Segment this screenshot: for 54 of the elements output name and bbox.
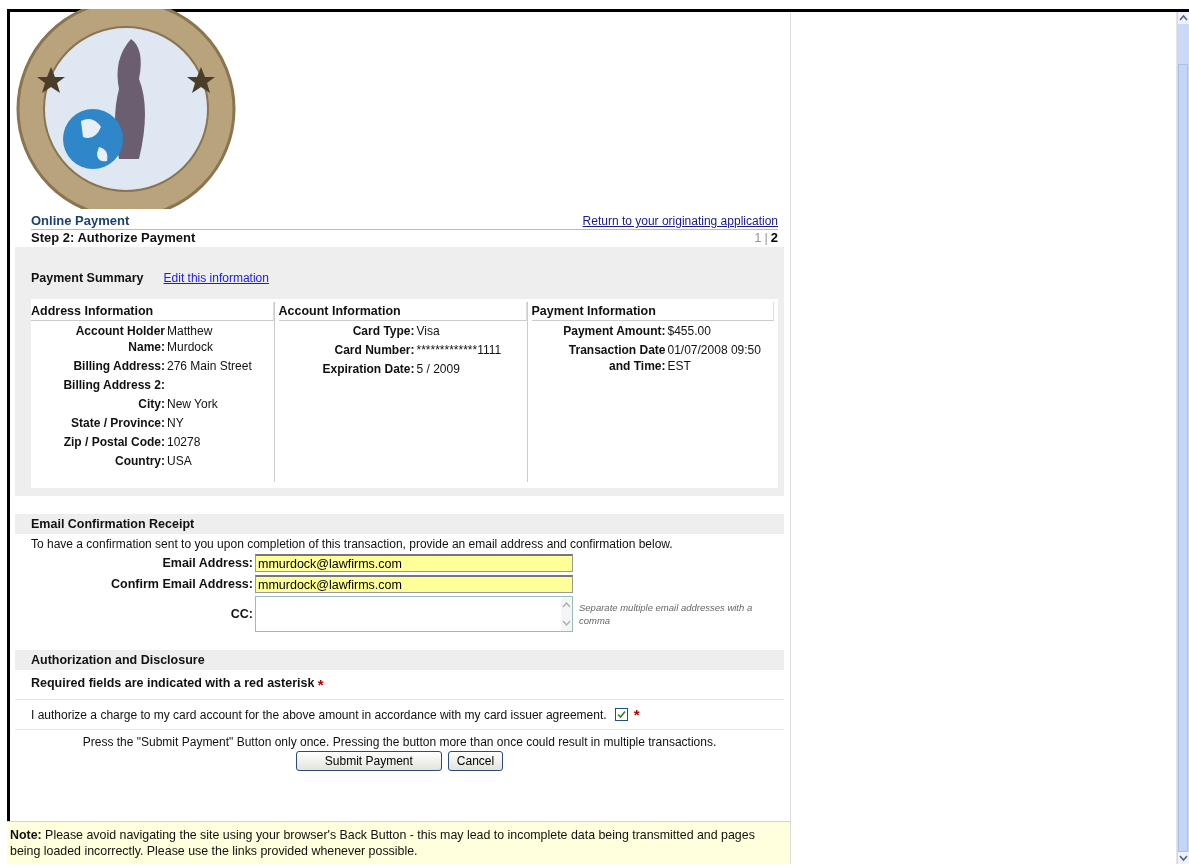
field-value: $455.00 — [667, 323, 712, 339]
field-label: Account Holder Name: — [74, 323, 165, 355]
field-value: New York — [167, 396, 219, 412]
field-value: NY — [167, 415, 185, 431]
column-heading: Payment Information — [531, 302, 774, 321]
step-indicator: 1 — [754, 230, 762, 245]
field-value: 01/07/2008 09:50 EST — [667, 342, 762, 374]
scroll-up-icon[interactable] — [1177, 12, 1189, 24]
field-value: Matthew Murdock — [167, 323, 214, 355]
section-heading: Authorization and Disclosure — [15, 650, 784, 670]
field-label: Email Address: — [161, 556, 254, 570]
return-link[interactable]: Return to your originating application — [582, 214, 778, 228]
note-banner: Note: Please avoid navigating the site using your browser's Back Button - this may lead to incomplete data being transmitted and pages being loaded incorrectly. Please use the links provided whenever possible. — [7, 821, 790, 864]
field-value: USA — [167, 453, 193, 469]
email-input[interactable]: mmurdock@lawfirms.com — [255, 554, 573, 572]
column-heading: Account Information — [278, 302, 527, 321]
section-heading: Email Confirmation Receipt — [15, 514, 784, 534]
authorization-checkbox[interactable] — [614, 708, 628, 721]
email-input[interactable]: mmurdock@lawfirms.com — [255, 575, 573, 593]
field-label: Country: — [114, 453, 165, 469]
authorization-text: I authorize a charge to my card account for the above amount in accordance with my card issuer agreement. — [31, 707, 607, 722]
cc-hint: Separate multiple email addresses with a comma — [578, 601, 754, 627]
submit-button[interactable]: Submit Payment — [295, 751, 442, 771]
field-label: Transaction Date and Time: — [567, 342, 666, 374]
field-label: Card Type: — [351, 323, 415, 339]
field-label: Card Number: — [333, 342, 415, 358]
field-label: Zip / Postal Code: — [62, 434, 165, 450]
field-label: Billing Address 2: — [62, 377, 165, 393]
summary-title: Payment Summary — [31, 271, 144, 285]
field-value: 5 / 2009 — [416, 361, 461, 377]
page-title: Online Payment — [31, 213, 130, 228]
column-heading: Address Information — [31, 302, 274, 321]
scroll-down-icon[interactable] — [1177, 852, 1189, 864]
field-value: 10278 — [167, 434, 202, 450]
field-label: CC: — [229, 607, 254, 621]
field-label: Billing Address: — [72, 358, 165, 374]
required-asterisk: * — [633, 706, 640, 723]
submit-warning: Press the "Submit Payment" Button only once. Pressing the button more than once could result in multiple transactions. — [81, 734, 718, 749]
step-title: Step 2: Authorize Payment — [31, 230, 196, 245]
required-note: Required fields are indicated with a red asterisk — [31, 676, 315, 690]
step-separator: | — [764, 230, 768, 245]
field-label: Expiration Date: — [321, 361, 415, 377]
field-label: State / Province: — [69, 415, 165, 431]
field-label: City: — [137, 396, 165, 412]
field-label: Payment Amount: — [562, 323, 666, 339]
field-value: Visa — [416, 323, 441, 339]
edit-link[interactable]: Edit this information — [163, 271, 269, 285]
email-description: To have a confirmation sent to you upon completion of this transaction, provide an email address and confirmation below. — [30, 536, 674, 553]
field-value: *************1111 — [416, 342, 503, 358]
required-asterisk: * — [317, 676, 324, 693]
field-value: 276 Main Street — [167, 358, 253, 374]
step-indicator: 2 — [770, 230, 778, 245]
cancel-button[interactable]: Cancel — [447, 751, 504, 771]
field-label: Confirm Email Address: — [110, 577, 254, 591]
